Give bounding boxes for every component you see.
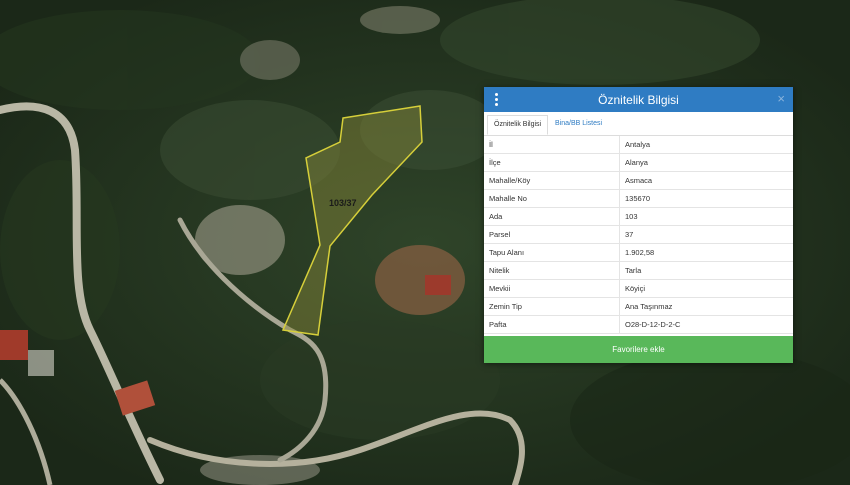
- tab-bar: Öznitelik Bilgisi Bina/BB Listesi: [484, 112, 793, 136]
- attribute-value: 103: [619, 207, 793, 226]
- attribute-key: Nitelik: [484, 261, 620, 280]
- table-row: Mahalle No 135670: [484, 189, 793, 208]
- parcel-label: 103/37: [329, 198, 357, 208]
- attribute-key: Zemin Tip: [484, 297, 620, 316]
- attribute-key: Parsel: [484, 225, 620, 244]
- attribute-key: Pafta: [484, 315, 620, 334]
- add-favorite-button[interactable]: Favorilere ekle: [484, 336, 793, 363]
- table-row: Mevkii Köyiçi: [484, 279, 793, 298]
- popup-header: Öznitelik Bilgisi ×: [484, 87, 793, 112]
- table-row: Parsel 37: [484, 225, 793, 244]
- attribute-value: Alanya: [619, 153, 793, 172]
- table-row: Pafta O28-D-12-D-2-C: [484, 315, 793, 334]
- table-row: Nitelik Tarla: [484, 261, 793, 280]
- table-row: İl Antalya: [484, 136, 793, 154]
- attribute-popup: Öznitelik Bilgisi × Öznitelik Bilgisi Bi…: [484, 87, 793, 363]
- close-icon[interactable]: ×: [777, 92, 785, 106]
- attribute-value: O28-D-12-D-2-C: [619, 315, 793, 334]
- attribute-value: Antalya: [619, 136, 793, 154]
- attribute-key: Ada: [484, 207, 620, 226]
- tab-building-list[interactable]: Bina/BB Listesi: [549, 115, 608, 135]
- popup-title: Öznitelik Bilgisi: [598, 93, 679, 107]
- attribute-value: 37: [619, 225, 793, 244]
- attribute-key: İlçe: [484, 153, 620, 172]
- attribute-key: Mevkii: [484, 279, 620, 298]
- attribute-table: İl Antalya İlçe Alanya Mahalle/Köy Asmaca Maha…: [484, 136, 793, 334]
- attribute-value: 1.902,58: [619, 243, 793, 262]
- attribute-value: Ana Taşınmaz: [619, 297, 793, 316]
- table-row: İlçe Alanya: [484, 153, 793, 172]
- table-row: Mahalle/Köy Asmaca: [484, 171, 793, 190]
- tab-attribute-info[interactable]: Öznitelik Bilgisi: [487, 115, 549, 135]
- attribute-value: 135670: [619, 189, 793, 208]
- attribute-key: İl: [484, 136, 620, 154]
- table-row: Ada 103: [484, 207, 793, 226]
- table-row: Zemin Tip Ana Taşınmaz: [484, 297, 793, 316]
- attribute-key: Mahalle No: [484, 189, 620, 208]
- table-row: Tapu Alanı 1.902,58: [484, 243, 793, 262]
- attribute-key: Mahalle/Köy: [484, 171, 620, 190]
- attribute-value: Köyiçi: [619, 279, 793, 298]
- attribute-value: Tarla: [619, 261, 793, 280]
- attribute-value: Asmaca: [619, 171, 793, 190]
- attribute-key: Tapu Alanı: [484, 243, 620, 262]
